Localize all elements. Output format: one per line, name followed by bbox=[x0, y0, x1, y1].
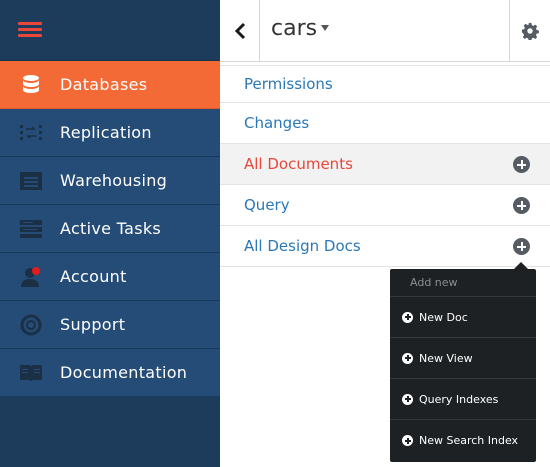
chevron-left-icon bbox=[234, 22, 245, 40]
gear-icon bbox=[521, 22, 539, 40]
database-name[interactable]: cars bbox=[271, 16, 317, 41]
subnav-permissions[interactable]: Permissions bbox=[220, 65, 550, 103]
dropdown-item-label: New Doc bbox=[419, 310, 468, 324]
dropdown-item-query-indexes[interactable]: Query Indexes bbox=[390, 379, 536, 420]
subnav-label: Changes bbox=[244, 114, 310, 132]
warehouse-icon bbox=[19, 169, 43, 193]
plus-circle-icon bbox=[402, 393, 413, 405]
subnav-query[interactable]: Query bbox=[220, 185, 550, 226]
dropdown-item-label: Query Indexes bbox=[419, 392, 499, 406]
subnav-all-documents[interactable]: All Documents bbox=[220, 144, 550, 185]
subnav-label: All Documents bbox=[244, 155, 353, 173]
replication-icon bbox=[19, 121, 43, 145]
lifebuoy-icon bbox=[19, 313, 43, 337]
database-subnav: Permissions Changes All Documents Query … bbox=[220, 62, 550, 267]
sidebar-item-label: Account bbox=[60, 267, 127, 286]
user-icon bbox=[19, 265, 43, 289]
sidebar-item-warehousing[interactable]: Warehousing bbox=[0, 157, 220, 205]
subnav-changes[interactable]: Changes bbox=[220, 103, 550, 144]
sidebar-item-label: Support bbox=[60, 315, 126, 334]
top-bar: cars bbox=[220, 0, 550, 62]
sidebar-item-label: Documentation bbox=[60, 363, 188, 382]
add-design-doc-plus-icon[interactable] bbox=[513, 238, 530, 255]
book-icon bbox=[19, 361, 43, 385]
tasks-icon bbox=[19, 217, 43, 241]
dropdown-item-label: New Search Index bbox=[419, 434, 519, 447]
back-button[interactable] bbox=[220, 0, 260, 62]
sidebar: Databases Replication Warehousing Active… bbox=[0, 0, 220, 467]
subnav-label: Permissions bbox=[244, 75, 333, 93]
plus-circle-icon bbox=[402, 435, 413, 446]
sidebar-header bbox=[0, 0, 220, 61]
sidebar-item-support[interactable]: Support bbox=[0, 301, 220, 349]
dropdown-arrow bbox=[514, 262, 528, 269]
add-document-plus-icon[interactable] bbox=[513, 156, 530, 173]
sidebar-item-label: Databases bbox=[60, 75, 148, 94]
subnav-label: Query bbox=[244, 196, 290, 214]
sidebar-item-label: Active Tasks bbox=[60, 219, 162, 238]
sidebar-item-label: Replication bbox=[60, 123, 152, 142]
add-new-dropdown: Add new New Doc New View Query Indexes N… bbox=[390, 262, 536, 462]
sidebar-item-replication[interactable]: Replication bbox=[0, 109, 220, 157]
sidebar-item-account[interactable]: Account bbox=[0, 253, 220, 301]
dropdown-item-new-search-index[interactable]: New Search Index bbox=[390, 420, 536, 461]
database-icon bbox=[19, 73, 43, 97]
plus-circle-icon bbox=[402, 352, 413, 364]
settings-button[interactable] bbox=[509, 0, 550, 62]
add-query-plus-icon[interactable] bbox=[513, 197, 530, 214]
dropdown-item-new-view[interactable]: New View bbox=[390, 338, 536, 379]
caret-down-icon[interactable] bbox=[321, 25, 329, 31]
sidebar-item-active-tasks[interactable]: Active Tasks bbox=[0, 205, 220, 253]
dropdown-item-new-doc[interactable]: New Doc bbox=[390, 297, 536, 338]
sidebar-item-label: Warehousing bbox=[60, 171, 168, 190]
subnav-all-design-docs[interactable]: All Design Docs bbox=[220, 226, 550, 267]
plus-circle-icon bbox=[402, 311, 413, 323]
hamburger-icon[interactable] bbox=[18, 22, 42, 38]
sidebar-item-databases[interactable]: Databases bbox=[0, 61, 220, 109]
subnav-label: All Design Docs bbox=[244, 237, 361, 255]
dropdown-item-label: New View bbox=[419, 351, 473, 365]
dropdown-header: Add new bbox=[390, 269, 536, 297]
sidebar-item-documentation[interactable]: Documentation bbox=[0, 349, 220, 397]
